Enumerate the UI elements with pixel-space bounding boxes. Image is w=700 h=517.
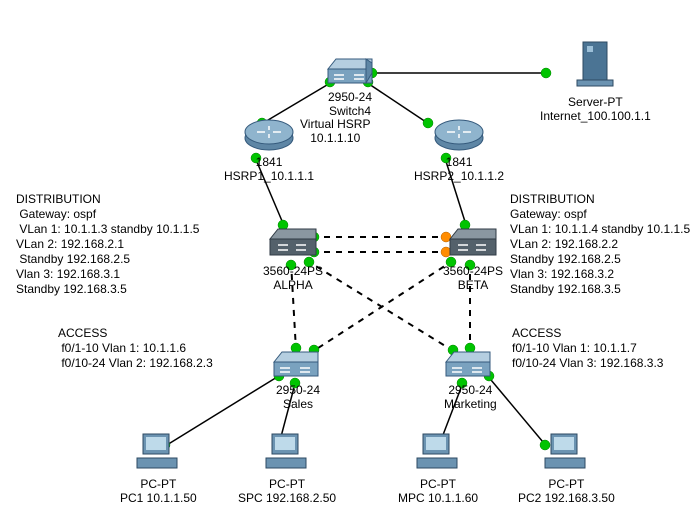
device-pc2[interactable]: PC-PT PC2 192.168.3.50 (518, 430, 615, 505)
hsrp2-model-label: 1841 (446, 155, 473, 169)
pc-icon (135, 430, 181, 474)
device-pc1[interactable]: PC-PT PC1 10.1.1.50 (120, 430, 197, 505)
mlswitch-icon (266, 223, 320, 261)
hsrp2-name-label: HSRP2_10.1.1.2 (414, 169, 504, 183)
device-hsrp2[interactable]: 1841 HSRP2_10.1.1.2 (414, 116, 504, 183)
hsrp1-model-label: 1841 (256, 155, 283, 169)
access-right-text: ACCESS f0/1-10 Vlan 1: 10.1.1.7 f0/10-24… (512, 326, 663, 371)
pc-icon (415, 430, 461, 474)
router-icon (433, 116, 485, 152)
switch4-name-label: Switch4 (329, 104, 371, 118)
distribution-right-text: DISTRIBUTION Gateway: ospf VLan 1: 10.1.… (510, 192, 690, 297)
device-server[interactable]: Server-PT Internet_100.100.1.1 (540, 40, 651, 123)
spc-model-label: PC-PT (269, 477, 305, 491)
switch-icon (444, 348, 496, 380)
access-left-text: ACCESS f0/1-10 Vlan 1: 10.1.1.6 f0/10-24… (58, 326, 213, 371)
marketing-model-label: 2950-24 (448, 383, 492, 397)
vhsrp-ip: 10.1.1.10 (310, 131, 360, 145)
marketing-name-label: Marketing (444, 397, 497, 411)
server-name-label: Internet_100.100.1.1 (540, 109, 651, 123)
distribution-left-text: DISTRIBUTION Gateway: ospf VLan 1: 10.1.… (16, 192, 199, 297)
server-model-label: Server-PT (568, 95, 623, 109)
device-spc[interactable]: PC-PT SPC 192.168.2.50 (238, 430, 336, 505)
device-beta[interactable]: 3560-24PS BETA (443, 223, 503, 292)
spc-name-label: SPC 192.168.2.50 (238, 491, 336, 505)
hsrp1-name-label: HSRP1_10.1.1.1 (224, 169, 314, 183)
device-marketing[interactable]: 2950-24 Marketing (444, 348, 497, 411)
pc2-name-label: PC2 192.168.3.50 (518, 491, 615, 505)
device-sales[interactable]: 2950-24 Sales (272, 348, 324, 411)
pc-icon (543, 430, 589, 474)
network-diagram: 2950-24 Switch4 Virtual HSRP 10.1.1.10 S… (0, 0, 700, 517)
device-hsrp1[interactable]: 1841 HSRP1_10.1.1.1 (224, 116, 314, 183)
sales-name-label: Sales (283, 397, 313, 411)
mpc-name-label: MPC 10.1.1.60 (398, 491, 478, 505)
beta-name-label: BETA (458, 278, 488, 292)
alpha-name-label: ALPHA (273, 278, 312, 292)
device-alpha[interactable]: 3560-24PS ALPHA (263, 223, 323, 292)
router-icon (243, 116, 295, 152)
switch-icon (326, 55, 374, 87)
switch-icon (272, 348, 324, 380)
mlswitch-icon (446, 223, 500, 261)
alpha-model-label: 3560-24PS (263, 264, 323, 278)
device-switch4[interactable]: 2950-24 Switch4 (326, 55, 374, 118)
pc2-model-label: PC-PT (548, 477, 584, 491)
pc-icon (264, 430, 310, 474)
mpc-model-label: PC-PT (420, 477, 456, 491)
device-mpc[interactable]: PC-PT MPC 10.1.1.60 (398, 430, 478, 505)
pc1-model-label: PC-PT (140, 477, 176, 491)
beta-model-label: 3560-24PS (443, 264, 503, 278)
switch4-model-label: 2950-24 (328, 90, 372, 104)
sales-model-label: 2950-24 (276, 383, 320, 397)
pc1-name-label: PC1 10.1.1.50 (120, 491, 197, 505)
server-icon (573, 40, 617, 92)
